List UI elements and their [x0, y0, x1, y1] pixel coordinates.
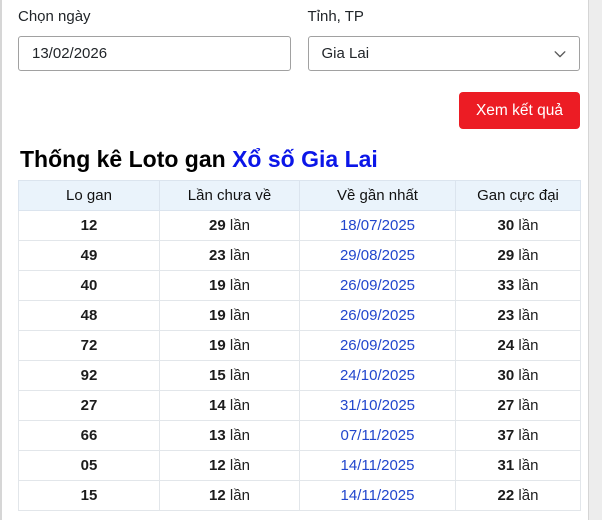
max-gan-cell: 33 lần: [455, 270, 581, 301]
province-control: Tỉnh, TP Gia Lai: [307, 8, 580, 71]
loto-number-cell: 48: [18, 300, 160, 331]
header-lo-gan: Lo gan: [18, 180, 160, 211]
table-row: 72 19 lần 26/09/2025 24 lần: [18, 330, 581, 361]
loto-number-cell: 15: [18, 480, 160, 511]
header-gan-cuc-dai: Gan cực đại: [455, 180, 581, 211]
missed-count-cell: 19 lần: [159, 330, 300, 361]
max-gan-cell: 37 lần: [455, 420, 581, 451]
last-date-cell: 26/09/2025: [299, 270, 456, 301]
missed-count-cell: 19 lần: [159, 270, 300, 301]
header-lan-chua-ve: Lần chưa về: [159, 180, 300, 211]
last-date-link[interactable]: 26/09/2025: [340, 277, 415, 294]
missed-count-cell: 14 lần: [159, 390, 300, 421]
main-content: Chọn ngày Tỉnh, TP Gia Lai Xem kết quả T…: [18, 9, 581, 511]
last-date-link[interactable]: 18/07/2025: [340, 217, 415, 234]
loto-number-cell: 72: [18, 330, 160, 361]
max-gan-cell: 31 lần: [455, 450, 581, 481]
table-row: 66 13 lần 07/11/2025 37 lần: [18, 420, 581, 451]
missed-count-cell: 15 lần: [159, 360, 300, 391]
last-date-cell: 07/11/2025: [299, 420, 456, 451]
last-date-link[interactable]: 29/08/2025: [340, 247, 415, 264]
max-gan-cell: 24 lần: [455, 330, 581, 361]
table-row: 27 14 lần 31/10/2025 27 lần: [18, 390, 581, 421]
loto-gan-table: Lo gan Lần chưa về Về gần nhất Gan cực đ…: [18, 180, 581, 511]
missed-count-cell: 12 lần: [159, 480, 300, 511]
table-row: 05 12 lần 14/11/2025 31 lần: [18, 450, 581, 481]
last-date-cell: 14/11/2025: [299, 480, 456, 511]
missed-count-cell: 12 lần: [159, 450, 300, 481]
last-date-cell: 14/11/2025: [299, 450, 456, 481]
max-gan-cell: 23 lần: [455, 300, 581, 331]
loto-number-cell: 12: [18, 210, 160, 241]
table-row: 40 19 lần 26/09/2025 33 lần: [18, 270, 581, 301]
missed-count-cell: 23 lần: [159, 240, 300, 271]
table-row: 15 12 lần 14/11/2025 22 lần: [18, 480, 581, 511]
loto-number-cell: 49: [18, 240, 160, 271]
province-selected-value: Gia Lai: [321, 45, 370, 62]
missed-count-cell: 13 lần: [159, 420, 300, 451]
last-date-link[interactable]: 26/09/2025: [340, 307, 415, 324]
last-date-cell: 29/08/2025: [299, 240, 456, 271]
date-control: Chọn ngày: [18, 9, 291, 71]
chevron-down-icon: [554, 50, 566, 57]
filter-controls: Chọn ngày Tỉnh, TP Gia Lai: [18, 9, 580, 71]
table-row: 49 23 lần 29/08/2025 29 lần: [18, 240, 581, 271]
date-label: Chọn ngày: [18, 8, 91, 25]
table-header-row: Lo gan Lần chưa về Về gần nhất Gan cực đ…: [18, 180, 581, 211]
page-title-link[interactable]: Xổ số Gia Lai: [232, 146, 378, 172]
max-gan-cell: 30 lần: [455, 360, 581, 391]
last-date-cell: 26/09/2025: [299, 300, 456, 331]
max-gan-cell: 29 lần: [455, 240, 581, 271]
table-row: 12 29 lần 18/07/2025 30 lần: [18, 210, 581, 241]
loto-number-cell: 92: [18, 360, 160, 391]
missed-count-cell: 19 lần: [159, 300, 300, 331]
loto-number-cell: 27: [18, 390, 160, 421]
header-ve-gan-nhat: Về gần nhất: [299, 180, 456, 211]
loto-number-cell: 40: [18, 270, 160, 301]
loto-number-cell: 05: [18, 450, 160, 481]
last-date-cell: 24/10/2025: [299, 360, 456, 391]
table-row: 48 19 lần 26/09/2025 23 lần: [18, 300, 581, 331]
view-results-button[interactable]: Xem kết quả: [458, 92, 580, 129]
max-gan-cell: 27 lần: [455, 390, 581, 421]
last-date-cell: 18/07/2025: [299, 210, 456, 241]
province-select[interactable]: Gia Lai: [307, 36, 580, 71]
page-left-edge: [0, 0, 2, 520]
max-gan-cell: 30 lần: [455, 210, 581, 241]
last-date-link[interactable]: 07/11/2025: [341, 427, 415, 444]
last-date-link[interactable]: 14/11/2025: [341, 487, 415, 504]
last-date-link[interactable]: 24/10/2025: [340, 367, 415, 384]
missed-count-cell: 29 lần: [159, 210, 300, 241]
loto-number-cell: 66: [18, 420, 160, 451]
last-date-link[interactable]: 14/11/2025: [341, 457, 415, 474]
table-row: 92 15 lần 24/10/2025 30 lần: [18, 360, 581, 391]
page-title-text: Thống kê Loto gan: [20, 146, 233, 172]
last-date-cell: 26/09/2025: [299, 330, 456, 361]
submit-row: Xem kết quả: [18, 92, 580, 129]
page-title: Thống kê Loto gan Xổ số Gia Lai: [20, 145, 580, 173]
max-gan-cell: 22 lần: [455, 480, 581, 511]
page-right-gutter: [588, 0, 602, 520]
last-date-link[interactable]: 26/09/2025: [340, 337, 415, 354]
last-date-link[interactable]: 31/10/2025: [340, 397, 415, 414]
last-date-cell: 31/10/2025: [299, 390, 456, 421]
date-input[interactable]: [18, 36, 291, 71]
province-label: Tỉnh, TP: [307, 8, 364, 25]
